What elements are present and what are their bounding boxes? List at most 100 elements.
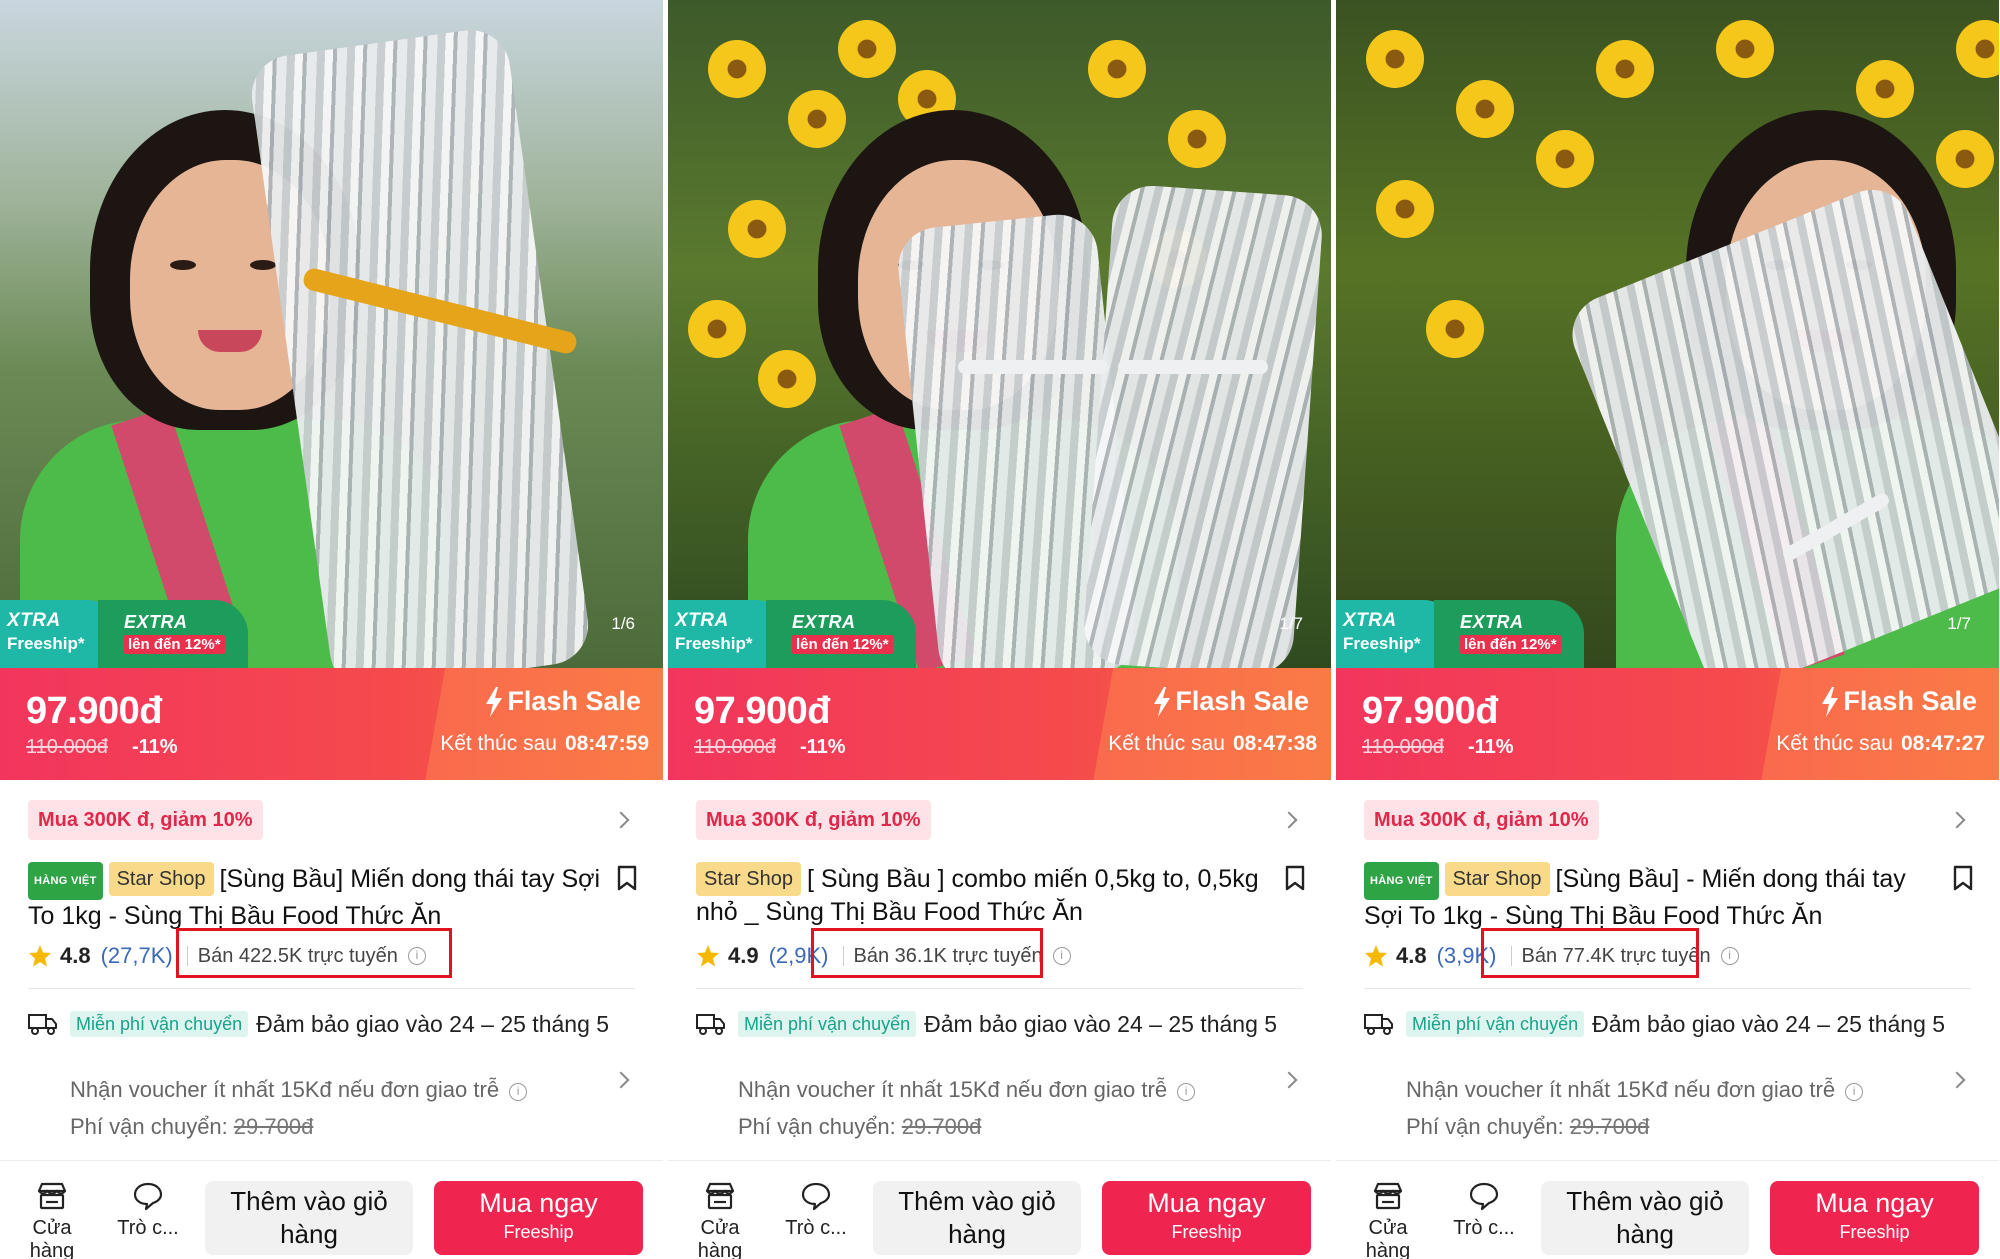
bookmark-icon[interactable] (1953, 865, 1973, 891)
bottom-action-bar: Cửa hàng Trò c... Thêm vào giỏ hàng Mua … (668, 1160, 1331, 1259)
flower (1456, 80, 1514, 138)
star-icon (697, 945, 719, 967)
flower (1596, 40, 1654, 98)
store-button[interactable]: Cửa hàng (12, 1181, 92, 1259)
info-icon[interactable]: i (1845, 1083, 1864, 1101)
shipping-fee-value: 29.700đ (1569, 1114, 1650, 1139)
bookmark-icon[interactable] (617, 865, 637, 891)
late-delivery-voucher-text: Nhận voucher ít nhất 15Kđ nếu đơn giao t… (738, 1077, 1168, 1102)
image-counter: 1/7 (1947, 614, 1971, 633)
chevron-right-icon[interactable] (612, 811, 630, 829)
free-shipping-tag: Miễn phí vận chuyển (738, 1011, 917, 1037)
chevron-right-icon[interactable] (1280, 1071, 1298, 1089)
shipping-fee-label: Phí vận chuyển: (70, 1114, 228, 1139)
info-icon[interactable]: i (1720, 947, 1739, 965)
buy-now-button[interactable]: Mua ngay Freeship (1770, 1181, 1979, 1255)
flash-sale-price-banner: 97.900đ 110.000đ -11% Flash Sale Kết thú… (1336, 668, 1999, 780)
delivery-date: Đảm bảo giao vào 24 – 25 tháng 5 (256, 1011, 610, 1037)
countdown: Kết thúc sau 08:47:38 (1108, 732, 1317, 756)
chat-label: Trò c... (117, 1217, 179, 1239)
chevron-right-icon[interactable] (1948, 1071, 1966, 1089)
product-photo[interactable]: 1/7 XTRA Freeship* EXTRA lên đến 12%* (1336, 0, 1999, 668)
info-icon[interactable]: i (509, 1083, 528, 1101)
shipping-fee-label: Phí vận chuyển: (738, 1114, 896, 1139)
store-label: Cửa hàng (697, 1217, 743, 1259)
rating-value: 4.8 (1396, 943, 1427, 968)
buy-now-button[interactable]: Mua ngay Freeship (1102, 1181, 1311, 1255)
delivery-truck-icon (1364, 1014, 1393, 1035)
store-icon (1373, 1182, 1403, 1210)
product-panel: 1/7 XTRA Freeship* EXTRA lên đến 12%* 97… (668, 0, 1331, 1259)
delivery-truck-icon (28, 1014, 57, 1035)
chat-icon (801, 1182, 831, 1211)
chevron-right-icon[interactable] (1280, 811, 1298, 829)
buy-now-sublabel: Freeship (1171, 1222, 1242, 1242)
discount-percent: -11% (800, 736, 846, 758)
eye (250, 260, 276, 270)
countdown-time: 08:47:38 (1232, 732, 1317, 755)
flower (1426, 300, 1484, 358)
voucher-promo-chip[interactable]: Mua 300K đ, giảm 10% (1364, 800, 1599, 840)
shipping-fee: Phí vận chuyển: 29.700đ (70, 1114, 313, 1140)
store-button[interactable]: Cửa hàng (680, 1181, 760, 1259)
flower (728, 200, 786, 258)
product-title: HÀNG VIỆT Star Shop [Sùng Bầu] - Miến dong… (1364, 862, 1944, 932)
flash-sale-text: Flash Sale (1175, 686, 1309, 716)
extra-badge-subtitle: lên đến 12%* (124, 635, 225, 654)
highlight-box (176, 928, 452, 978)
flash-sale-label: Flash Sale (1821, 686, 1977, 717)
original-price: 110.000đ (694, 736, 776, 758)
image-counter: 1/7 (1279, 614, 1303, 633)
star-shop-tag: Star Shop (1444, 862, 1550, 896)
voucher-promo-chip[interactable]: Mua 300K đ, giảm 10% (696, 800, 931, 840)
extra-badge-title: EXTRA (124, 612, 188, 632)
chat-button[interactable]: Trò c... (1444, 1181, 1524, 1240)
star-icon (1365, 945, 1387, 967)
product-photo[interactable]: 1/7 XTRA Freeship* EXTRA lên đến 12%* (668, 0, 1331, 668)
bolt-icon (486, 686, 503, 717)
bundle-tie (1118, 360, 1268, 374)
flower (1536, 130, 1594, 188)
chat-button[interactable]: Trò c... (108, 1181, 188, 1240)
chevron-right-icon[interactable] (612, 1071, 630, 1089)
flower (1376, 180, 1434, 238)
add-to-cart-button[interactable]: Thêm vào giỏ hàng (205, 1181, 413, 1255)
promo-badges: XTRA Freeship* EXTRA lên đến 12%* (1336, 600, 1584, 668)
voucher-promo-chip[interactable]: Mua 300K đ, giảm 10% (28, 800, 263, 840)
product-title: HÀNG VIỆT Star Shop [Sùng Bầu] Miến dong t… (28, 862, 608, 932)
flash-sale-label: Flash Sale (485, 686, 641, 717)
product-photo[interactable]: 1/6 XTRA Freeship* EXTRA lên đến 12%* (0, 0, 663, 668)
original-price: 110.000đ (26, 736, 108, 758)
store-button[interactable]: Cửa hàng (1348, 1181, 1428, 1259)
chat-button[interactable]: Trò c... (776, 1181, 856, 1240)
product-panel: 1/6 XTRA Freeship* EXTRA lên đến 12%* 97… (0, 0, 663, 1259)
delivery-info: Miễn phí vận chuyển Đảm bảo giao vào 24 –… (70, 1008, 610, 1040)
bottom-action-bar: Cửa hàng Trò c... Thêm vào giỏ hàng Mua … (1336, 1160, 1999, 1259)
late-delivery-voucher: Nhận voucher ít nhất 15Kđ nếu đơn giao t… (738, 1077, 1196, 1103)
store-icon (705, 1182, 735, 1210)
extra-badge-subtitle: lên đến 12%* (1460, 635, 1561, 654)
free-shipping-tag: Miễn phí vận chuyển (70, 1011, 249, 1037)
add-to-cart-button[interactable]: Thêm vào giỏ hàng (1541, 1181, 1749, 1255)
countdown-label: Kết thúc sau (440, 732, 557, 755)
delivery-info: Miễn phí vận chuyển Đảm bảo giao vào 24 –… (738, 1008, 1278, 1040)
flash-sale-price-banner: 97.900đ 110.000đ -11% Flash Sale Kết thú… (668, 668, 1331, 780)
countdown: Kết thúc sau 08:47:59 (440, 732, 649, 756)
late-delivery-voucher: Nhận voucher ít nhất 15Kđ nếu đơn giao t… (70, 1077, 528, 1103)
discount-percent: -11% (1468, 736, 1514, 758)
chat-icon (133, 1182, 163, 1211)
buy-now-button[interactable]: Mua ngay Freeship (434, 1181, 643, 1255)
add-to-cart-button[interactable]: Thêm vào giỏ hàng (873, 1181, 1081, 1255)
bundle-tie (958, 360, 1108, 374)
divider (1364, 988, 1971, 989)
hang-viet-tag: HÀNG VIỆT (28, 862, 103, 900)
chevron-right-icon[interactable] (1948, 811, 1966, 829)
info-icon[interactable]: i (1052, 947, 1071, 965)
delivery-date: Đảm bảo giao vào 24 – 25 tháng 5 (1592, 1011, 1946, 1037)
rating-count[interactable]: (27,7K) (101, 943, 173, 969)
promo-badges: XTRA Freeship* EXTRA lên đến 12%* (0, 600, 248, 668)
flash-sale-price-banner: 97.900đ 110.000đ -11% Flash Sale Kết thú… (0, 668, 663, 780)
info-icon[interactable]: i (1177, 1083, 1196, 1101)
bookmark-icon[interactable] (1285, 865, 1305, 891)
extra-discount-badge: EXTRA lên đến 12%* (766, 600, 916, 668)
